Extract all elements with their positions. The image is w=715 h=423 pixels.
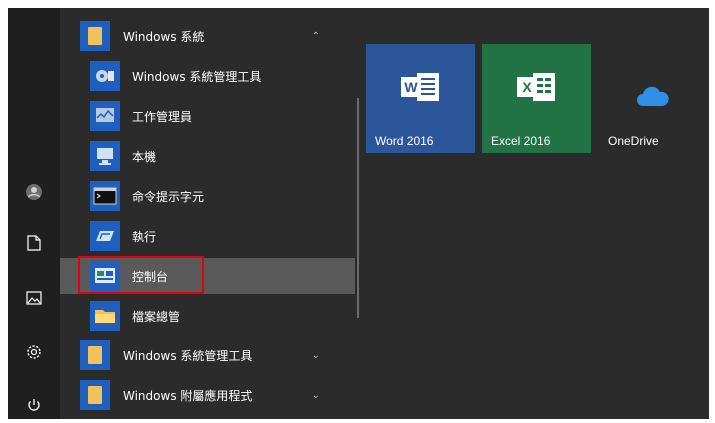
power-button[interactable] [20,391,48,419]
svg-text:W: W [404,79,418,95]
folder-icon [80,340,110,370]
user-icon [26,184,42,200]
chevron-up-icon[interactable]: ⌃ [312,31,320,42]
settings-button[interactable] [20,338,48,366]
group-accessories[interactable]: Windows 附屬應用程式 ⌄ [60,377,360,413]
tile-onedrive[interactable]: OneDrive [597,44,706,153]
list-item-label: 控制台 [132,269,169,284]
documents-button[interactable] [20,229,48,257]
list-item-admin-tools[interactable]: Windows 系統管理工具 [60,58,360,94]
list-item-label: 執行 [132,229,157,244]
start-menu: Windows 系統 ⌃ Windows 系統管理工具 工作管理員 本機 命令提… [8,8,709,419]
chevron-down-icon[interactable]: ⌄ [312,350,320,361]
chevron-down-icon[interactable]: ⌄ [312,390,320,401]
group-label: Windows 系統管理工具 [123,348,253,363]
tile-label: OneDrive [608,134,659,148]
file-explorer-icon [90,301,120,331]
task-manager-icon [90,101,120,131]
list-item-label: 本機 [132,149,157,164]
tile-word[interactable]: W Word 2016 [366,44,475,153]
excel-icon: X [517,73,555,101]
list-item-label: 工作管理員 [132,109,193,124]
list-item-label: Windows 系統管理工具 [132,69,262,84]
tile-excel[interactable]: X Excel 2016 [482,44,591,153]
pictures-icon [26,291,42,305]
control-panel-icon [90,261,120,291]
app-list: Windows 系統 ⌃ Windows 系統管理工具 工作管理員 本機 命令提… [60,8,360,419]
list-item-label: 檔案總管 [132,309,181,324]
list-item-file-explorer[interactable]: 檔案總管 [60,298,360,334]
list-item-label: 命令提示字元 [132,189,205,204]
this-pc-icon [90,141,120,171]
start-rail [8,8,60,419]
tile-label: Word 2016 [375,134,434,148]
group-label: Windows 系統 [123,29,205,44]
folder-icon [80,380,110,410]
admin-tools-icon [90,61,120,91]
list-item-run[interactable]: 執行 [60,218,360,254]
pictures-button[interactable] [20,284,48,312]
document-icon [27,235,41,251]
tile-label: Excel 2016 [491,134,551,148]
run-icon [90,221,120,251]
group-label: Windows 附屬應用程式 [123,388,253,403]
scrollbar[interactable] [357,98,359,318]
list-item-control-panel[interactable]: 控制台 [60,258,355,294]
group-windows-system[interactable]: Windows 系統 ⌃ [60,18,360,54]
user-button[interactable] [20,178,48,206]
group-admin-tools[interactable]: Windows 系統管理工具 ⌄ [60,337,360,373]
command-prompt-icon [90,181,120,211]
folder-icon [80,21,110,51]
onedrive-icon [637,86,669,106]
svg-text:X: X [522,79,532,95]
list-item-this-pc[interactable]: 本機 [60,138,360,174]
power-icon [28,399,40,411]
settings-icon [27,345,41,359]
word-icon: W [401,73,439,101]
list-item-command-prompt[interactable]: 命令提示字元 [60,178,360,214]
list-item-task-manager[interactable]: 工作管理員 [60,98,360,134]
